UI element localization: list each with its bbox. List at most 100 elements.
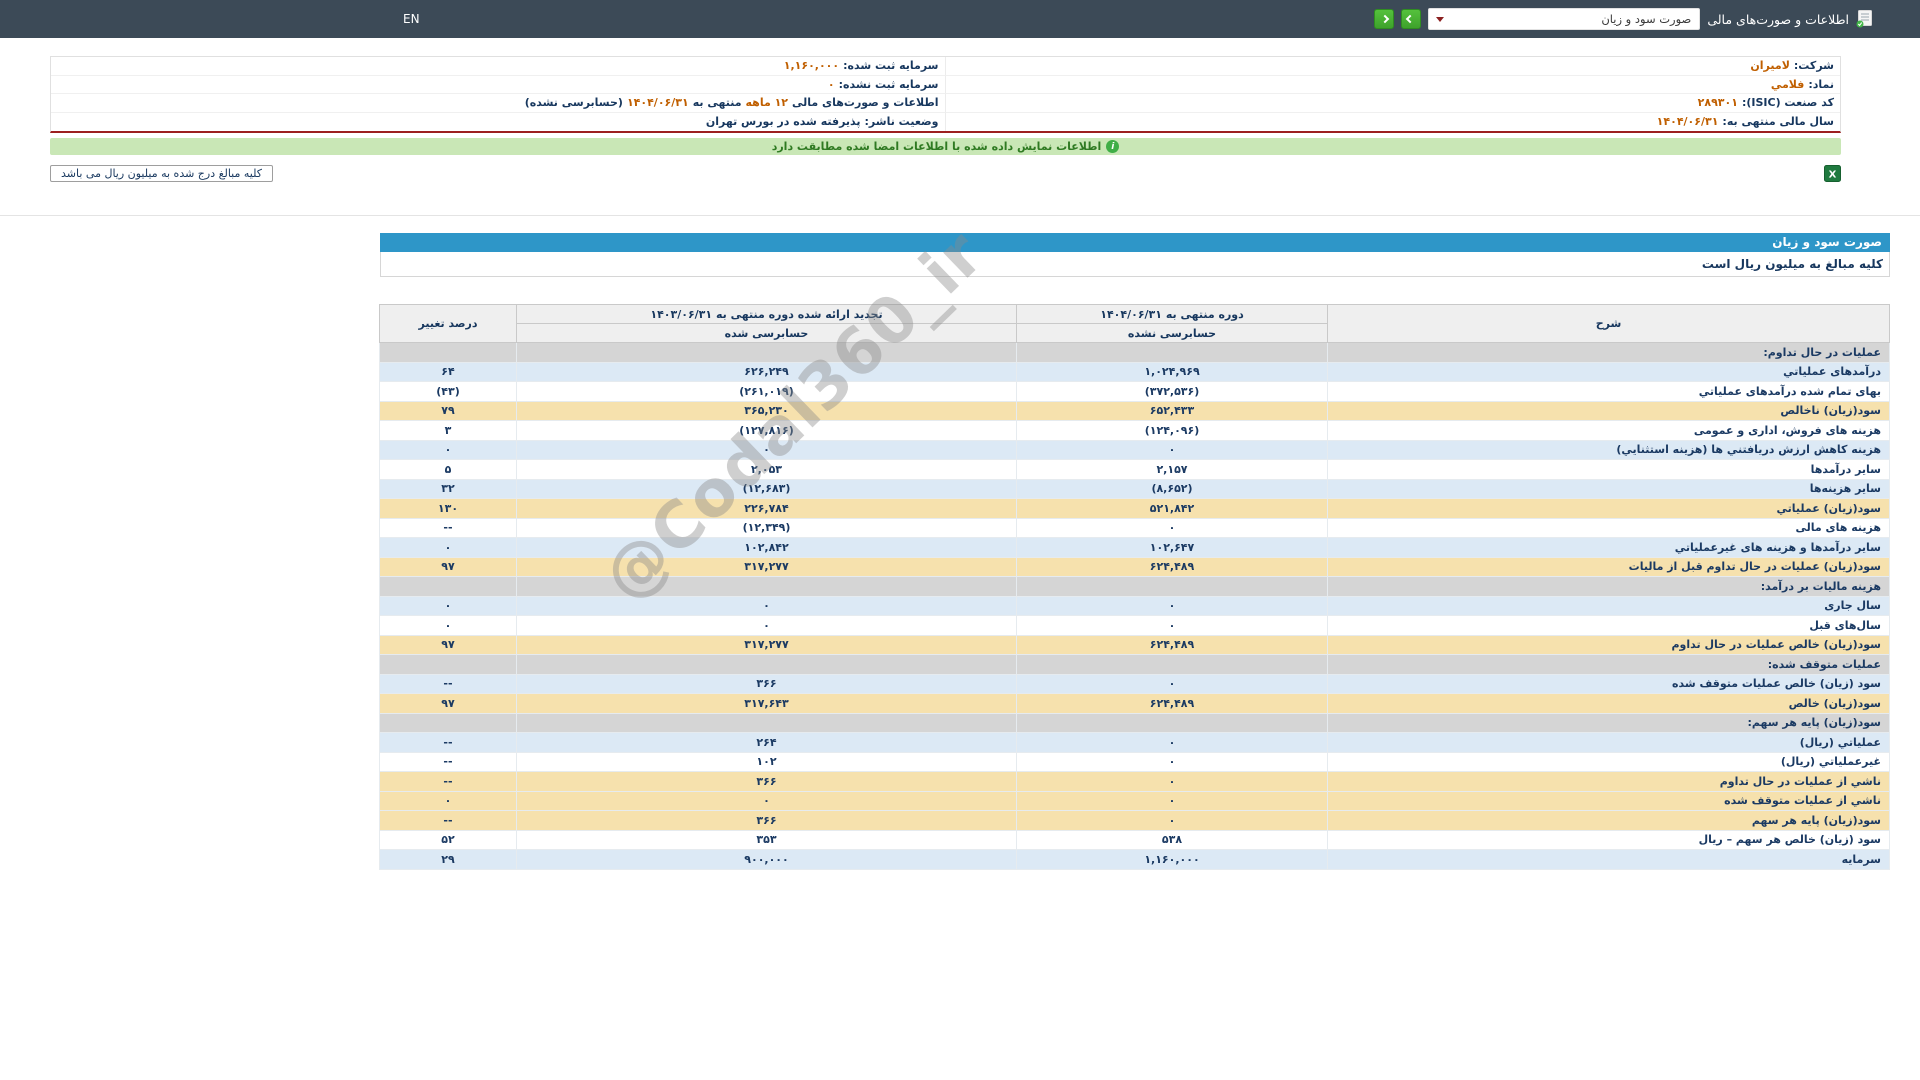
table-row: غیرعملیاتي (ریال)۰۱۰۲--: [380, 752, 1890, 772]
row-label: سود(زیان) عملیاتي: [1328, 499, 1890, 519]
current-value: ۰: [1017, 674, 1328, 694]
change-value: ۰: [380, 791, 517, 811]
profit-loss-table: شرح دوره منتهی به ۱۴۰۴/۰۶/۳۱ تجدید ارائه…: [379, 304, 1890, 870]
previous-statement-button[interactable]: [1374, 9, 1394, 29]
section-header-row: هزینه مالیات بر درآمد:: [380, 577, 1890, 597]
change-value: [380, 655, 517, 675]
chevron-left-icon: [1406, 15, 1414, 23]
company-info-table: شرکت: لامیران سرمایه ثبت شده: ۱,۱۶۰,۰۰۰ …: [50, 56, 1841, 133]
current-value: ۶۲۴,۴۸۹: [1017, 635, 1328, 655]
table-row: هزینه کاهش ارزش دریافتني ها (هزینه استثن…: [380, 440, 1890, 460]
company-value: لامیران: [1750, 59, 1790, 72]
previous-value: (۱۲,۳۴۹): [517, 518, 1017, 538]
note-row: X کلیه مبالغ درج شده به میلیون ریال می ب…: [50, 165, 1841, 182]
statement-select-value: صورت سود و زیان: [1601, 12, 1691, 26]
change-value: ۰: [380, 616, 517, 636]
fiscal-year-row: سال مالی منتهی به: ۱۴۰۴/۰۶/۳۱: [946, 113, 1841, 132]
section-header-row: عملیات در حال تداوم:: [380, 343, 1890, 363]
previous-value: ۱۰۲: [517, 752, 1017, 772]
change-value: --: [380, 772, 517, 792]
current-value: ۰: [1017, 752, 1328, 772]
row-label: هزینه مالیات بر درآمد:: [1328, 577, 1890, 597]
change-value: [380, 577, 517, 597]
row-label: هزینه های مالی: [1328, 518, 1890, 538]
excel-export-icon[interactable]: X: [1824, 165, 1841, 182]
current-value: ۰: [1017, 440, 1328, 460]
period-text-5: (حسابرسی نشده): [525, 96, 623, 109]
period-text-1: اطلاعات و صورت‌های مالی: [792, 96, 938, 109]
row-label: درآمدهای عملیاتي: [1328, 362, 1890, 382]
unregistered-capital-row: سرمایه ثبت نشده: ۰: [51, 76, 946, 95]
current-value: (۸,۶۵۲): [1017, 479, 1328, 499]
previous-value: [517, 713, 1017, 733]
table-row: عملیاتي (ریال)۰۲۶۴--: [380, 733, 1890, 753]
change-value: [380, 343, 517, 363]
current-value: ۰: [1017, 772, 1328, 792]
change-value: ۵: [380, 460, 517, 480]
company-name-row: شرکت: لامیران: [946, 57, 1841, 76]
previous-value: [517, 343, 1017, 363]
previous-value: ۳۶۶: [517, 811, 1017, 831]
change-value: ۰: [380, 440, 517, 460]
header-description: شرح: [1328, 305, 1890, 343]
table-row: سود(زیان) عملیاتي۵۲۱,۸۴۲۲۲۶,۷۸۴۱۳۰: [380, 499, 1890, 519]
row-label: عملیات متوقف شده:: [1328, 655, 1890, 675]
language-en-link[interactable]: EN: [403, 12, 420, 26]
previous-value: ۰: [517, 596, 1017, 616]
statement-section: صورت سود و زیان کلیه مبالغ به میلیون ریا…: [380, 233, 1890, 870]
statement-select[interactable]: صورت سود و زیان: [1428, 8, 1700, 30]
previous-value: (۱۲۷,۸۱۶): [517, 421, 1017, 441]
pl-table-body: عملیات در حال تداوم:درآمدهای عملیاتي۱,۰۲…: [380, 343, 1890, 870]
header-current-audit: حسابرسی نشده: [1017, 324, 1328, 343]
isic-label: کد صنعت (ISIC):: [1742, 96, 1834, 109]
row-label: ناشي از عملیات در حال تداوم: [1328, 772, 1890, 792]
current-value: ۵۲۱,۸۴۲: [1017, 499, 1328, 519]
table-row: ناشي از عملیات متوقف شده۰۰۰: [380, 791, 1890, 811]
period-text-3: منتهی به: [693, 96, 742, 109]
current-value: ۱۰۲,۶۴۷: [1017, 538, 1328, 558]
row-label: سود(زیان) عملیات در حال تداوم قبل از مال…: [1328, 557, 1890, 577]
previous-value: ۳۱۷,۲۷۷: [517, 635, 1017, 655]
next-statement-button[interactable]: [1401, 9, 1421, 29]
isic-value: ۲۸۹۳۰۱: [1698, 96, 1738, 109]
unregistered-capital-label: سرمایه ثبت نشده:: [839, 78, 939, 91]
registered-capital-label: سرمایه ثبت شده:: [843, 59, 938, 72]
registered-capital-value: ۱,۱۶۰,۰۰۰: [784, 59, 839, 72]
table-row: سایر درآمدها۲,۱۵۷۲,۰۵۳۵: [380, 460, 1890, 480]
company-label: شرکت:: [1794, 59, 1834, 72]
current-value: ۰: [1017, 616, 1328, 636]
chevron-down-icon: [1436, 17, 1444, 22]
table-row: بهای تمام شده درآمدهای عملیاتي(۳۷۲,۵۳۶)(…: [380, 382, 1890, 402]
row-label: سود(زیان) پایه هر سهم:: [1328, 713, 1890, 733]
table-row: سال جاری۰۰۰: [380, 596, 1890, 616]
change-value: ۱۳۰: [380, 499, 517, 519]
previous-value: ۳۵۳: [517, 830, 1017, 850]
section-header-row: عملیات متوقف شده:: [380, 655, 1890, 675]
current-value: [1017, 343, 1328, 363]
table-row: هزینه های مالی۰(۱۲,۳۴۹)--: [380, 518, 1890, 538]
change-value: ۳: [380, 421, 517, 441]
row-label: هزینه های فروش، اداری و عمومی: [1328, 421, 1890, 441]
change-value: ۰: [380, 538, 517, 558]
info-icon: i: [1106, 140, 1119, 153]
change-value: ۰: [380, 596, 517, 616]
row-label: سایر هزینه‌ها: [1328, 479, 1890, 499]
table-row: سود(زیان) خالص عملیات در حال تداوم۶۲۴,۴۸…: [380, 635, 1890, 655]
row-label: سرمایه: [1328, 850, 1890, 870]
change-value: (۴۳): [380, 382, 517, 402]
table-row: سود (زیان) خالص عملیات متوقف شده۰۳۶۶--: [380, 674, 1890, 694]
publisher-status-label: وضعیت ناشر:: [865, 115, 939, 128]
isic-row: کد صنعت (ISIC): ۲۸۹۳۰۱: [946, 94, 1841, 113]
change-value: ۳۲: [380, 479, 517, 499]
row-label: عملیات در حال تداوم:: [1328, 343, 1890, 363]
current-value: [1017, 713, 1328, 733]
current-value: ۶۲۴,۴۸۹: [1017, 694, 1328, 714]
table-row: سایر درآمدها و هزینه های غیرعملیاتي۱۰۲,۶…: [380, 538, 1890, 558]
current-value: (۳۷۲,۵۳۶): [1017, 382, 1328, 402]
symbol-value: فلامي: [1771, 78, 1805, 91]
row-label: سایر درآمدها: [1328, 460, 1890, 480]
previous-value: ۰: [517, 791, 1017, 811]
row-label: سود (زیان) خالص هر سهم – ریال: [1328, 830, 1890, 850]
symbol-label: نماد:: [1808, 78, 1834, 91]
period-text-4: ۱۴۰۴/۰۶/۳۱: [627, 96, 689, 109]
